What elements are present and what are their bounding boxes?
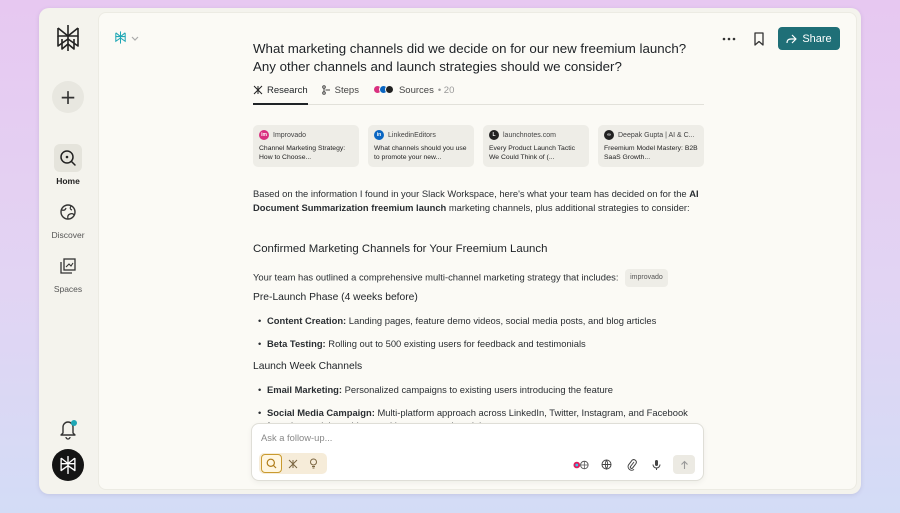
more-options-icon[interactable]: [718, 28, 740, 50]
source-site: LinkedinEditors: [388, 131, 436, 139]
list-item: Email Marketing: Personalized campaigns …: [258, 384, 704, 397]
source-title: Channel Marketing Strategy: How to Choos…: [259, 145, 346, 161]
nav-spaces-label: Spaces: [53, 284, 83, 294]
bookmark-icon[interactable]: [748, 28, 770, 50]
nav-home-label: Home: [56, 176, 80, 186]
share-button[interactable]: Share: [778, 27, 840, 50]
source-card[interactable]: in LinkedinEditors What channels should …: [368, 125, 474, 167]
attach-icon[interactable]: [623, 456, 640, 473]
outline-paragraph: Your team has outlined a comprehensive m…: [253, 269, 704, 287]
search-icon: [266, 458, 277, 469]
source-card-head: im Improvado: [259, 130, 353, 140]
source-card[interactable]: im Improvado Channel Marketing Strategy:…: [253, 125, 359, 167]
tab-sources-label: Sources: [398, 85, 434, 96]
nav-discover-label: Discover: [51, 230, 85, 240]
sources-count: • 20: [437, 85, 455, 96]
list-item-label: Email Marketing:: [267, 384, 343, 395]
tab-sources[interactable]: Sources • 20: [372, 85, 455, 105]
globe-icon[interactable]: [598, 456, 615, 473]
list-item-label: Content Creation:: [267, 315, 347, 326]
source-favicon-icon: in: [374, 130, 384, 140]
source-cards: im Improvado Channel Marketing Strategy:…: [253, 125, 704, 167]
follow-up-input[interactable]: [261, 432, 691, 443]
tab-steps-label: Steps: [334, 85, 359, 96]
list-item-text: Rolling out to 500 existing users for fe…: [325, 338, 586, 349]
tab-steps[interactable]: Steps: [321, 85, 359, 105]
source-card-head: ∞ Deepak Gupta | AI & C...: [604, 130, 698, 140]
sidebar: + Home Discover Spaces: [39, 8, 97, 494]
answer-intro: Based on the information I found in your…: [253, 187, 704, 215]
source-title: Freemium Model Mastery: B2B SaaS Growth.…: [604, 145, 698, 161]
mode-labs-button[interactable]: [303, 454, 324, 473]
tab-research-label: Research: [267, 85, 308, 96]
research-icon: [288, 459, 297, 468]
plus-icon: +: [59, 85, 77, 109]
source-favicon-icon: L: [489, 130, 499, 140]
perplexity-logo-icon: [57, 25, 79, 51]
nav-discover[interactable]: Discover: [39, 198, 97, 240]
thread-actions: Share: [718, 27, 840, 50]
search-icon: [54, 144, 82, 172]
nav-spaces[interactable]: Spaces: [39, 252, 97, 294]
list-item: Content Creation: Landing pages, feature…: [258, 315, 704, 328]
research-icon: [253, 85, 263, 95]
list-item-label: Beta Testing:: [267, 338, 326, 349]
source-card[interactable]: L launchnotes.com Every Product Launch T…: [483, 125, 589, 167]
notifications-bell-icon[interactable]: [55, 416, 81, 442]
submit-button[interactable]: [673, 455, 695, 474]
intro-text-end: marketing channels, plus additional stra…: [446, 202, 690, 213]
nav-home[interactable]: Home: [39, 144, 97, 186]
source-favicon-icon: im: [259, 130, 269, 140]
source-avatars: [372, 85, 394, 94]
chevron-down-icon: [131, 36, 139, 41]
mode-research-button[interactable]: [282, 454, 303, 473]
heading-launch-week: Launch Week Channels: [253, 361, 363, 372]
source-card-head: in LinkedinEditors: [374, 130, 468, 140]
lightbulb-icon: [310, 458, 317, 469]
tab-research[interactable]: Research: [253, 85, 308, 105]
space-logo-icon: [115, 31, 126, 44]
source-title: What channels should you use to promote …: [374, 145, 467, 161]
mode-selector: [259, 453, 327, 474]
microphone-icon[interactable]: [648, 456, 665, 473]
space-selector[interactable]: [113, 30, 139, 45]
avatar-logo-icon: [60, 456, 76, 474]
list-item-text: Landing pages, feature demo videos, soci…: [346, 315, 657, 326]
globe-icon: [54, 198, 82, 226]
source-site: Deepak Gupta | AI & C...: [618, 131, 695, 139]
share-arrow-icon: [786, 34, 797, 43]
source-site: launchnotes.com: [503, 131, 556, 139]
follow-up-composer: [251, 423, 704, 481]
share-label: Share: [802, 32, 832, 45]
result-tabs: Research Steps Sources • 20: [253, 85, 704, 105]
main-panel: Share What marketing channels did we dec…: [98, 12, 857, 490]
list-item-label: Social Media Campaign:: [267, 407, 375, 418]
intro-text: Based on the information I found in your…: [253, 188, 690, 199]
source-card[interactable]: ∞ Deepak Gupta | AI & C... Freemium Mode…: [598, 125, 704, 167]
spaces-icon: [54, 252, 82, 280]
connectors-icon[interactable]: [573, 456, 590, 473]
source-card-head: L launchnotes.com: [489, 130, 583, 140]
heading-confirmed-channels: Confirmed Marketing Channels for Your Fr…: [253, 243, 548, 255]
arrow-up-icon: [680, 460, 688, 469]
answer-body: Based on the information I found in your…: [253, 187, 704, 215]
list-item: Beta Testing: Rolling out to 500 existin…: [258, 338, 704, 351]
citation-pill[interactable]: improvado: [625, 269, 668, 287]
app-window: + Home Discover Spaces Share What market…: [39, 8, 861, 494]
question-title: What marketing channels did we decide on…: [253, 41, 687, 74]
user-avatar[interactable]: [52, 449, 84, 481]
steps-icon: [321, 85, 330, 95]
source-title: Every Product Launch Tactic We Could Thi…: [489, 145, 576, 161]
mode-search-button[interactable]: [261, 454, 282, 473]
heading-pre-launch: Pre-Launch Phase (4 weeks before): [253, 292, 418, 303]
source-site: Improvado: [273, 131, 307, 139]
new-thread-button[interactable]: +: [52, 81, 84, 113]
list-item-text: Personalized campaigns to existing users…: [342, 384, 614, 395]
outline-text: Your team has outlined a comprehensive m…: [253, 271, 619, 283]
app-logo[interactable]: [52, 22, 84, 54]
composer-actions: [573, 455, 695, 474]
source-favicon-icon: ∞: [604, 130, 614, 140]
